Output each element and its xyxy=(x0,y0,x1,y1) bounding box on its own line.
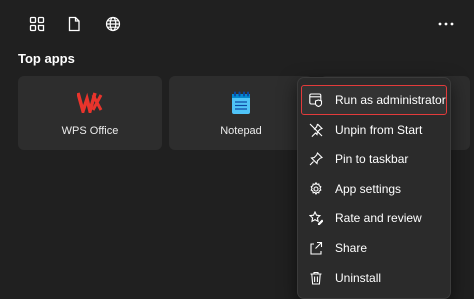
menu-item-app-settings[interactable]: App settings xyxy=(302,175,446,203)
context-menu: Run as administrator Unpin from Start Pi… xyxy=(297,77,451,299)
wps-logo-icon xyxy=(76,91,103,118)
menu-item-label: Unpin from Start xyxy=(335,123,423,137)
unpin-icon xyxy=(308,122,324,138)
menu-item-share[interactable]: Share xyxy=(302,234,446,262)
share-icon xyxy=(308,240,324,256)
more-options-icon[interactable] xyxy=(434,12,458,36)
menu-item-unpin-from-start[interactable]: Unpin from Start xyxy=(302,116,446,144)
app-tile-label: WPS Office xyxy=(61,125,119,137)
globe-icon[interactable] xyxy=(101,12,125,36)
pin-icon xyxy=(308,151,324,167)
menu-item-label: App settings xyxy=(335,182,402,196)
app-tile-wps-office[interactable]: WPS Office xyxy=(18,76,162,150)
menu-item-run-as-administrator[interactable]: Run as administrator xyxy=(301,85,447,115)
app-tile-label: Notepad xyxy=(220,125,262,137)
document-icon[interactable] xyxy=(62,12,86,36)
notepad-icon xyxy=(231,91,251,120)
menu-item-label: Run as administrator xyxy=(335,93,446,107)
gear-icon xyxy=(308,181,324,197)
menu-item-label: Share xyxy=(335,241,368,255)
app-tile-notepad[interactable]: Notepad xyxy=(169,76,313,150)
menu-item-label: Uninstall xyxy=(335,271,382,285)
menu-item-pin-to-taskbar[interactable]: Pin to taskbar xyxy=(302,145,446,173)
apps-grid-icon[interactable] xyxy=(25,12,49,36)
menu-item-label: Pin to taskbar xyxy=(335,152,409,166)
section-title: Top apps xyxy=(18,51,75,66)
menu-item-label: Rate and review xyxy=(335,211,422,225)
trash-icon xyxy=(308,270,324,286)
menu-item-uninstall[interactable]: Uninstall xyxy=(302,264,446,292)
shield-window-icon xyxy=(308,92,324,108)
menu-item-rate-and-review[interactable]: Rate and review xyxy=(302,204,446,232)
star-edit-icon xyxy=(308,210,324,226)
